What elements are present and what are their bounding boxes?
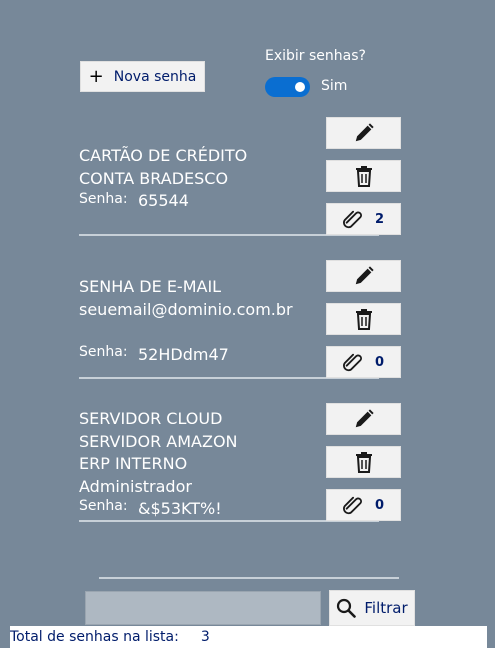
- entry-line: CARTÃO DE CRÉDITO: [79, 146, 248, 165]
- password-value: 65544: [138, 191, 189, 210]
- pencil-icon: [355, 409, 374, 428]
- entry-line: Administrador: [79, 477, 192, 496]
- attachments-button[interactable]: 0: [326, 489, 401, 521]
- paperclip-icon: [342, 210, 362, 229]
- entry-line: SERVIDOR CLOUD: [79, 409, 223, 428]
- delete-button[interactable]: [326, 160, 401, 192]
- entry-line: CONTA BRADESCO: [79, 169, 229, 188]
- filter-separator: [99, 577, 399, 579]
- delete-button[interactable]: [326, 303, 401, 335]
- trash-icon: [355, 166, 372, 187]
- attachments-button[interactable]: 2: [326, 203, 401, 235]
- filter-input[interactable]: [85, 591, 321, 625]
- delete-button[interactable]: [326, 446, 401, 478]
- trash-icon: [355, 452, 372, 473]
- password-label: Senha:: [79, 498, 128, 514]
- attachments-button[interactable]: 0: [326, 346, 401, 378]
- attachment-count: 0: [374, 497, 385, 513]
- plus-icon: +: [88, 65, 104, 87]
- password-value: &$53KT%!: [138, 499, 222, 518]
- pencil-icon: [355, 123, 374, 142]
- entry-line: SERVIDOR AMAZON: [79, 432, 238, 451]
- paperclip-icon: [342, 353, 362, 372]
- filter-button[interactable]: Filtrar: [329, 590, 415, 626]
- edit-button[interactable]: [326, 117, 401, 149]
- show-passwords-label: Exibir senhas?: [265, 48, 366, 64]
- entry-line: SENHA DE E-MAIL: [79, 277, 222, 296]
- edit-button[interactable]: [326, 260, 401, 292]
- entry-line: ERP INTERNO: [79, 454, 188, 473]
- entry-line: seuemail@dominio.com.br: [79, 300, 293, 319]
- show-passwords-state: Sim: [321, 78, 348, 94]
- attachment-count: 0: [374, 354, 385, 370]
- filter-button-label: Filtrar: [364, 599, 408, 617]
- status-label: Total de senhas na lista:: [10, 629, 179, 645]
- trash-icon: [355, 309, 372, 330]
- password-label: Senha:: [79, 344, 128, 360]
- attachment-count: 2: [374, 211, 385, 227]
- edit-button[interactable]: [326, 403, 401, 435]
- new-password-label: Nova senha: [113, 68, 197, 85]
- paperclip-icon: [342, 496, 362, 515]
- search-icon: [337, 598, 357, 618]
- password-label: Senha:: [79, 191, 128, 207]
- new-password-button[interactable]: + Nova senha: [80, 61, 205, 92]
- show-passwords-toggle[interactable]: [265, 77, 310, 97]
- password-value: 52HDdm47: [138, 345, 229, 364]
- status-bar: Total de senhas na lista: 3: [10, 626, 487, 648]
- status-count: 3: [200, 629, 210, 645]
- pencil-icon: [355, 266, 374, 285]
